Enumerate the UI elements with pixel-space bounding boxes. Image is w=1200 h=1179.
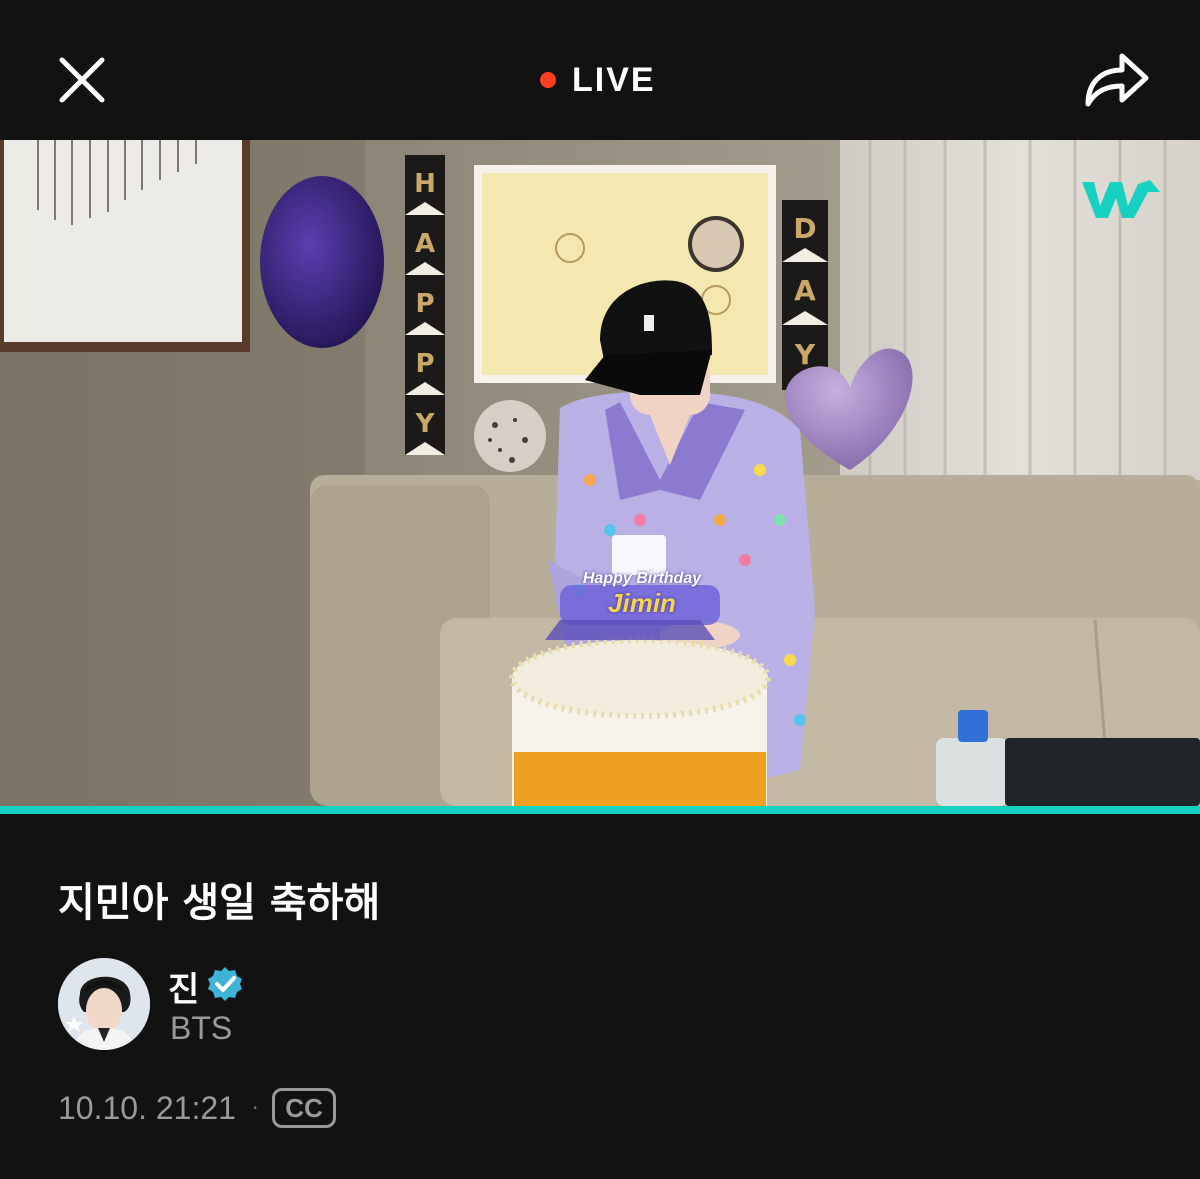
live-dot-icon [540,72,556,88]
svg-text:P: P [415,349,434,379]
svg-text:A: A [794,274,816,307]
artist-name[interactable]: 진 [168,962,199,1011]
avatar-image [58,958,150,1050]
artist-group: BTS [170,1010,233,1046]
sticker-line1: Happy Birthday [582,570,702,587]
close-icon[interactable] [52,50,112,110]
weverse-logo-icon [1082,180,1160,218]
live-label: LIVE [572,60,656,99]
timestamp: 10.10. 21:21 [58,1089,236,1126]
svg-text:Y: Y [415,409,436,439]
video-meta: 10.10. 21:21 · CC [58,1086,336,1130]
share-icon[interactable] [1080,46,1152,112]
video-frame: H A P P Y D A Y [0,140,1200,806]
video-title: 지민아 생일 축하해 [58,880,381,926]
sticker-line2: Jimin [608,588,676,618]
live-video-player[interactable]: H A P P Y D A Y Happy Birthday Jimin [0,140,1200,806]
svg-text:P: P [415,289,434,319]
svg-text:D: D [793,212,816,245]
meta-separator: · [251,1096,259,1120]
closed-captions-button[interactable]: CC [272,1088,336,1128]
verified-badge-icon [208,967,242,1001]
svg-text:A: A [415,229,435,259]
svg-text:H: H [414,169,436,199]
artist-avatar[interactable] [58,958,150,1050]
live-progress-bar[interactable] [0,806,1200,814]
live-indicator: LIVE [540,60,656,100]
top-bar: LIVE [0,0,1200,140]
svg-text:Y: Y [794,338,816,371]
progress-fill [0,806,1200,814]
